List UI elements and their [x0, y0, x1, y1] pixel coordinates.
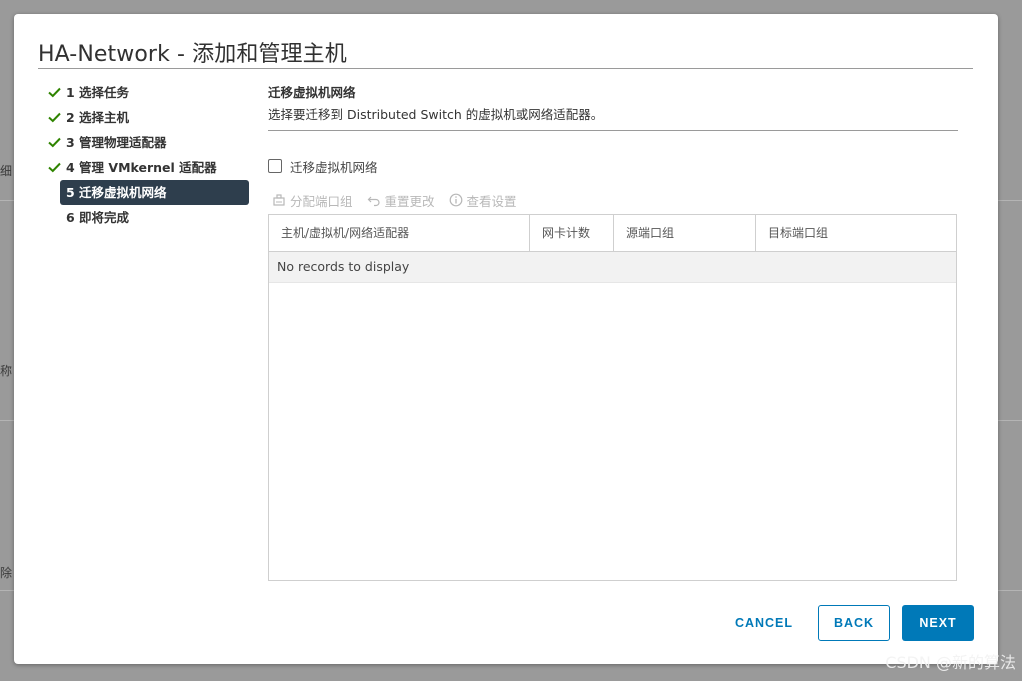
back-button[interactable]: BACK — [818, 605, 890, 641]
step-label: 6 即将完成 — [66, 210, 130, 225]
view-settings-button[interactable]: 查看设置 — [449, 191, 517, 210]
check-icon — [46, 80, 62, 105]
info-icon — [449, 193, 462, 207]
step-label: 2 选择主机 — [66, 110, 130, 125]
dialog-title: HA-Network - 添加和管理主机 — [38, 42, 347, 67]
migrate-vm-networking-checkbox[interactable] — [268, 159, 282, 173]
cancel-button[interactable]: CANCEL — [722, 605, 806, 641]
column-host-vm-adapter[interactable]: 主机/虚拟机/网络适配器 — [269, 215, 530, 251]
step-select-hosts[interactable]: 2 选择主机 — [42, 105, 252, 130]
column-source-port-group[interactable]: 源端口组 — [614, 215, 756, 251]
step-label: 3 管理物理适配器 — [66, 135, 167, 150]
step-manage-physical-adapters[interactable]: 3 管理物理适配器 — [42, 130, 252, 155]
reset-changes-button[interactable]: 重置更改 — [367, 191, 435, 210]
title-divider — [38, 68, 973, 69]
check-icon — [46, 105, 62, 130]
step-select-task[interactable]: 1 选择任务 — [42, 80, 252, 105]
vm-network-grid: 主机/虚拟机/网络适配器 网卡计数 源端口组 目标端口组 No records … — [268, 214, 957, 581]
reset-changes-label: 重置更改 — [384, 193, 435, 209]
step-label: 5 迁移虚拟机网络 — [66, 185, 167, 200]
grid-empty-message: No records to display — [269, 252, 956, 283]
content-divider — [268, 130, 958, 131]
check-icon — [46, 130, 62, 155]
wizard-steps: 1 选择任务 2 选择主机 3 管理物理适配器 4 管理 VMkernel 适配… — [42, 80, 252, 230]
migrate-vm-networking-option[interactable]: 迁移虚拟机网络 — [268, 156, 378, 176]
assign-port-group-button[interactable]: 分配端口组 — [272, 191, 353, 210]
step-content: 迁移虚拟机网络 选择要迁移到 Distributed Switch 的虚拟机或网… — [268, 84, 958, 581]
section-description: 选择要迁移到 Distributed Switch 的虚拟机或网络适配器。 — [268, 107, 604, 122]
grid-header: 主机/虚拟机/网络适配器 网卡计数 源端口组 目标端口组 — [269, 215, 956, 252]
background-text: 细 — [0, 164, 13, 178]
background-text: 称 — [0, 364, 13, 378]
background-text: 除 — [0, 566, 13, 580]
check-icon — [46, 155, 62, 180]
column-nic-count[interactable]: 网卡计数 — [530, 215, 614, 251]
step-label: 4 管理 VMkernel 适配器 — [66, 160, 217, 175]
checkbox-label: 迁移虚拟机网络 — [290, 159, 378, 175]
assign-port-group-label: 分配端口组 — [290, 193, 353, 209]
add-manage-hosts-dialog: HA-Network - 添加和管理主机 1 选择任务 2 选择主机 3 管理物… — [14, 14, 998, 664]
section-title: 迁移虚拟机网络 — [268, 85, 356, 100]
undo-icon — [367, 196, 380, 207]
next-button[interactable]: NEXT — [902, 605, 974, 641]
step-label: 1 选择任务 — [66, 85, 130, 100]
watermark: CSDN @新的算法 — [885, 653, 1016, 672]
step-ready-to-complete[interactable]: 6 即将完成 — [42, 205, 252, 230]
step-migrate-vm-networking[interactable]: 5 迁移虚拟机网络 — [60, 180, 249, 205]
step-manage-vmkernel-adapters[interactable]: 4 管理 VMkernel 适配器 — [42, 155, 252, 180]
view-settings-label: 查看设置 — [466, 193, 517, 209]
assign-port-group-icon — [273, 194, 285, 206]
column-destination-port-group[interactable]: 目标端口组 — [756, 215, 956, 251]
grid-toolbar: 分配端口组 重置更改 查看设置 — [272, 190, 531, 210]
